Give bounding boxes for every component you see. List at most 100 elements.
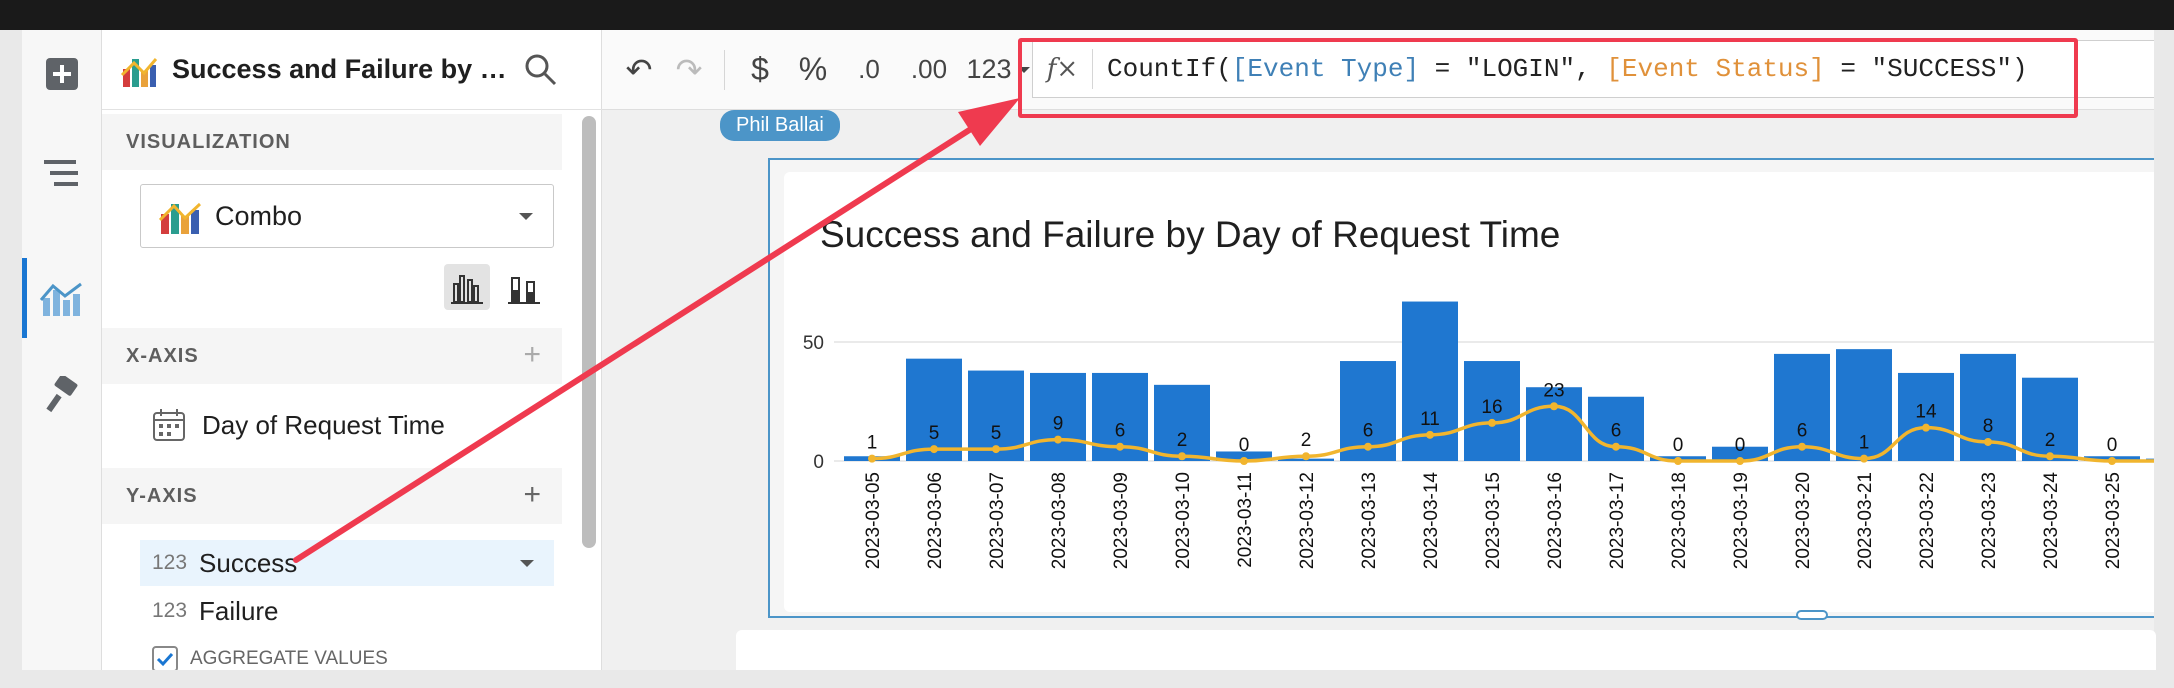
line-point[interactable] (1426, 430, 1434, 439)
line-point[interactable] (1674, 457, 1682, 465)
line-point[interactable] (868, 454, 876, 463)
x-tick-label: 2023-03-12 (1297, 472, 1318, 569)
x-tick-label: 2023-03-23 (1979, 472, 2000, 569)
line-point[interactable] (1798, 442, 1806, 451)
workbook-canvas: Success and Failure by Day of Request Ti… (602, 110, 2154, 670)
x-tick-label: 2023-03-18 (1669, 472, 1690, 569)
add-button[interactable] (22, 42, 102, 106)
number-type-icon: 123 (152, 551, 188, 574)
data-label: 0 (1239, 435, 1250, 456)
currency-format-button[interactable]: $ (735, 40, 785, 100)
line-point[interactable] (1364, 442, 1372, 451)
x-axis-label: X-AXIS (126, 344, 199, 367)
outline-button[interactable] (22, 142, 102, 206)
data-label: 8 (1983, 416, 1994, 437)
add-y-axis-icon[interactable]: + (523, 478, 542, 512)
line-point[interactable] (1488, 418, 1496, 427)
x-tick-label: 2023-03-22 (1917, 472, 1938, 569)
x-tick-label: 2023-03-06 (925, 472, 946, 569)
line-point[interactable] (1922, 423, 1930, 432)
undo-button[interactable]: ↶ (614, 40, 664, 100)
data-label: 1 (867, 433, 878, 454)
data-label: 11 (1420, 409, 1440, 430)
visualization-tab-button[interactable] (22, 266, 102, 330)
panel-title: Success and Failure by Day of Request Ti… (172, 54, 512, 84)
data-label: 5 (929, 423, 940, 444)
grouped-bars-icon (451, 275, 483, 304)
y-axis-section-label: Y-AXIS + (102, 468, 562, 524)
line-point[interactable] (1116, 442, 1124, 451)
scrollbar-thumb[interactable] (582, 116, 596, 548)
grouped-bars-toggle[interactable] (444, 264, 490, 310)
redo-button[interactable]: ↷ (664, 40, 714, 100)
properties-panel: Success and Failure by Day of Request Ti… (102, 30, 602, 670)
x-axis-section-label: X-AXIS + (102, 328, 562, 384)
number-type-icon: 123 (152, 599, 188, 622)
line-point[interactable] (1736, 457, 1744, 465)
add-x-axis-icon[interactable]: + (523, 338, 542, 372)
line-point[interactable] (2108, 457, 2116, 465)
x-tick-label: 2023-03-08 (1049, 472, 1070, 569)
x-tick-label: 2023-03-17 (1607, 472, 1628, 569)
percent-format-button[interactable]: % (785, 40, 841, 100)
stacked-bars-toggle[interactable] (501, 264, 547, 310)
x-tick-label: 2023-03-10 (1173, 472, 1194, 569)
combo-chart-icon (39, 282, 82, 316)
y-axis-field-success[interactable]: 123 Success (140, 540, 554, 586)
line-point[interactable] (1302, 452, 1310, 461)
x-tick-label: 2023-03-14 (1421, 472, 1442, 570)
next-element-card[interactable] (736, 630, 2156, 670)
line-point[interactable] (1612, 442, 1620, 451)
data-label: 2 (1177, 430, 1188, 451)
data-label: 6 (1611, 421, 1622, 442)
checkbox-checked-icon[interactable] (152, 646, 178, 670)
chevron-down-icon[interactable] (520, 560, 534, 567)
line-point[interactable] (1860, 454, 1868, 463)
decrease-decimals-button[interactable]: .0 (841, 40, 897, 100)
search-icon[interactable] (524, 53, 558, 87)
chart-card: Success and Failure by Day of Request Ti… (784, 172, 2154, 612)
line-point[interactable] (2046, 452, 2054, 461)
data-label: 6 (1363, 421, 1374, 442)
aggregate-values-option[interactable]: AGGREGATE VALUES (140, 636, 554, 670)
x-tick-label: 2023-03-07 (987, 472, 1008, 569)
paint-brush-icon (46, 376, 78, 413)
visualization-section-label: VISUALIZATION (102, 114, 562, 170)
visualization-type-value: Combo (215, 200, 303, 231)
y-axis-field-failure[interactable]: 123 Failure (140, 588, 554, 634)
data-label: 9 (1053, 414, 1064, 435)
data-label: 6 (1115, 421, 1126, 442)
line-point[interactable] (1178, 452, 1186, 461)
formula-highlight-box (1018, 38, 2078, 118)
visualization-type-select[interactable]: Combo (140, 184, 554, 248)
data-label: 14 (1915, 402, 1937, 423)
line-point[interactable] (930, 445, 938, 454)
line-point[interactable] (1240, 457, 1248, 465)
chevron-down-icon (519, 213, 533, 220)
app-shell: Success and Failure by Day of Request Ti… (22, 30, 2154, 670)
panel-header: Success and Failure by Day of Request Ti… (102, 30, 602, 110)
format-button[interactable] (22, 364, 102, 428)
x-axis-field[interactable]: Day of Request Time (140, 402, 554, 448)
data-label: 0 (1735, 435, 1746, 456)
x-tick-label: 2023-03-16 (1545, 472, 1566, 569)
left-rail (22, 30, 102, 670)
resize-handle[interactable] (1796, 610, 1828, 620)
y-axis-label: Y-AXIS (126, 484, 198, 507)
increase-decimals-button[interactable]: .00 (897, 40, 961, 100)
calendar-icon (153, 409, 185, 441)
line-point[interactable] (1550, 402, 1558, 411)
data-label: 6 (1797, 421, 1808, 442)
line-point[interactable] (992, 445, 1000, 454)
combo-chart-icon (159, 202, 201, 234)
panel-scrollbar[interactable] (580, 116, 596, 670)
line-point[interactable] (1054, 435, 1062, 444)
x-axis-field-name: Day of Request Time (202, 409, 445, 440)
x-tick-label: 2023-03-21 (1855, 472, 1876, 569)
x-tick-label: 2023-03-20 (1793, 472, 1814, 569)
line-point[interactable] (1984, 437, 1992, 446)
aggregate-values-label: AGGREGATE VALUES (190, 648, 388, 669)
chart-element[interactable]: Success and Failure by Day of Request Ti… (768, 158, 2154, 618)
data-label: 16 (1481, 397, 1502, 418)
combo-chart[interactable]: 050 155962026111623600611482002023-03-05… (784, 172, 2154, 612)
